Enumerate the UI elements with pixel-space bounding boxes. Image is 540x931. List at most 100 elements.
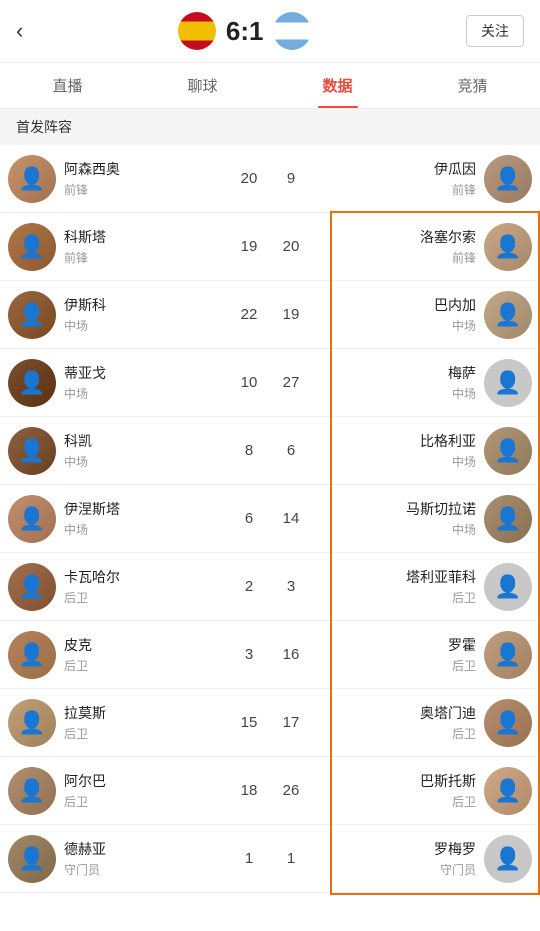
tab-bar: 直播 聊球 数据 竞猜 <box>0 63 540 109</box>
avatar: 👤 <box>484 563 532 611</box>
table-row: 👤 科斯塔 前锋 19 20 洛塞尔索 前锋 👤 <box>0 213 540 281</box>
num-left: 1 <box>237 850 261 867</box>
tab-predict[interactable]: 竞猜 <box>405 63 540 108</box>
player-name: 洛塞尔索 <box>420 227 476 247</box>
avatar: 👤 <box>8 427 56 475</box>
player-info: 德赫亚 守门员 <box>64 839 106 878</box>
player-pos: 后卫 <box>420 725 476 742</box>
player-info: 阿尔巴 后卫 <box>64 771 106 810</box>
player-pos: 后卫 <box>64 725 106 742</box>
right-player: 比格利亚 中场 👤 <box>313 427 532 475</box>
avatar: 👤 <box>484 699 532 747</box>
player-name: 蒂亚戈 <box>64 363 106 383</box>
numbers: 22 19 <box>227 306 313 323</box>
table-row: 👤 蒂亚戈 中场 10 27 梅萨 中场 👤 <box>0 349 540 417</box>
player-name: 奥塔门迪 <box>420 703 476 723</box>
back-button[interactable]: ‹ <box>16 18 23 44</box>
num-left: 8 <box>237 442 261 459</box>
numbers: 20 9 <box>227 170 313 187</box>
left-player: 👤 阿森西奥 前锋 <box>8 155 227 203</box>
right-player: 马斯切拉诺 中场 👤 <box>313 495 532 543</box>
player-info: 拉莫斯 后卫 <box>64 703 106 742</box>
num-left: 10 <box>237 374 261 391</box>
table-row: 👤 科凯 中场 8 6 比格利亚 中场 👤 <box>0 417 540 485</box>
left-player: 👤 拉莫斯 后卫 <box>8 699 227 747</box>
left-player: 👤 卡瓦哈尔 后卫 <box>8 563 227 611</box>
player-pos: 中场 <box>64 385 106 402</box>
avatar: 👤 <box>8 767 56 815</box>
avatar: 👤 <box>8 563 56 611</box>
right-player: 罗霍 后卫 👤 <box>313 631 532 679</box>
right-player-info: 罗梅罗 守门员 <box>434 839 476 878</box>
right-player: 梅萨 中场 👤 <box>313 359 532 407</box>
right-player-info: 比格利亚 中场 <box>420 431 476 470</box>
numbers: 2 3 <box>227 578 313 595</box>
player-list: 👤 阿森西奥 前锋 20 9 伊瓜因 前锋 👤 👤 科斯塔 前锋 <box>0 145 540 893</box>
player-name: 拉莫斯 <box>64 703 106 723</box>
player-pos: 中场 <box>64 317 106 334</box>
left-player: 👤 伊斯科 中场 <box>8 291 227 339</box>
left-player: 👤 德赫亚 守门员 <box>8 835 227 883</box>
player-pos: 守门员 <box>64 861 106 878</box>
right-player: 洛塞尔索 前锋 👤 <box>313 223 532 271</box>
num-right: 27 <box>279 374 303 391</box>
tab-live[interactable]: 直播 <box>0 63 135 108</box>
player-info: 阿森西奥 前锋 <box>64 159 120 198</box>
player-pos: 中场 <box>434 317 476 334</box>
num-right: 16 <box>279 646 303 663</box>
right-player: 罗梅罗 守门员 👤 <box>313 835 532 883</box>
follow-button[interactable]: 关注 <box>466 15 524 47</box>
player-name: 马斯切拉诺 <box>406 499 476 519</box>
num-left: 22 <box>237 306 261 323</box>
section-title: 首发阵容 <box>0 109 540 145</box>
table-row: 👤 拉莫斯 后卫 15 17 奥塔门迪 后卫 👤 <box>0 689 540 757</box>
player-pos: 后卫 <box>448 657 476 674</box>
argentina-flag <box>273 12 311 50</box>
player-pos: 前锋 <box>64 181 120 198</box>
numbers: 6 14 <box>227 510 313 527</box>
player-pos: 前锋 <box>64 249 106 266</box>
avatar: 👤 <box>8 223 56 271</box>
player-name: 巴内加 <box>434 295 476 315</box>
num-right: 19 <box>279 306 303 323</box>
left-player: 👤 阿尔巴 后卫 <box>8 767 227 815</box>
player-name: 伊斯科 <box>64 295 106 315</box>
tab-chat[interactable]: 聊球 <box>135 63 270 108</box>
spain-flag <box>178 12 216 50</box>
player-pos: 后卫 <box>64 589 120 606</box>
num-right: 17 <box>279 714 303 731</box>
right-player-info: 罗霍 后卫 <box>448 635 476 674</box>
table-row: 👤 皮克 后卫 3 16 罗霍 后卫 👤 <box>0 621 540 689</box>
player-info: 伊斯科 中场 <box>64 295 106 334</box>
avatar: 👤 <box>484 223 532 271</box>
tab-data[interactable]: 数据 <box>270 63 405 108</box>
header: ‹ 6:1 关注 <box>0 0 540 63</box>
right-player-info: 洛塞尔索 前锋 <box>420 227 476 266</box>
right-player-info: 巴斯托斯 后卫 <box>420 771 476 810</box>
num-left: 20 <box>237 170 261 187</box>
right-player-info: 奥塔门迪 后卫 <box>420 703 476 742</box>
left-player: 👤 科斯塔 前锋 <box>8 223 227 271</box>
table-row: 👤 卡瓦哈尔 后卫 2 3 塔利亚菲科 后卫 👤 <box>0 553 540 621</box>
player-pos: 中场 <box>64 521 120 538</box>
right-player: 塔利亚菲科 后卫 👤 <box>313 563 532 611</box>
right-player-info: 巴内加 中场 <box>434 295 476 334</box>
player-pos: 中场 <box>406 521 476 538</box>
player-pos: 中场 <box>420 453 476 470</box>
player-name: 比格利亚 <box>420 431 476 451</box>
player-name: 德赫亚 <box>64 839 106 859</box>
avatar: 👤 <box>484 835 532 883</box>
score-display: 6:1 <box>226 16 264 47</box>
player-info: 卡瓦哈尔 后卫 <box>64 567 120 606</box>
player-pos: 后卫 <box>64 657 92 674</box>
player-name: 皮克 <box>64 635 92 655</box>
avatar: 👤 <box>484 359 532 407</box>
player-name: 伊瓜因 <box>434 159 476 179</box>
player-pos: 前锋 <box>434 181 476 198</box>
num-left: 2 <box>237 578 261 595</box>
left-player: 👤 蒂亚戈 中场 <box>8 359 227 407</box>
player-pos: 中场 <box>64 453 92 470</box>
num-left: 3 <box>237 646 261 663</box>
avatar: 👤 <box>484 495 532 543</box>
left-player: 👤 伊涅斯塔 中场 <box>8 495 227 543</box>
